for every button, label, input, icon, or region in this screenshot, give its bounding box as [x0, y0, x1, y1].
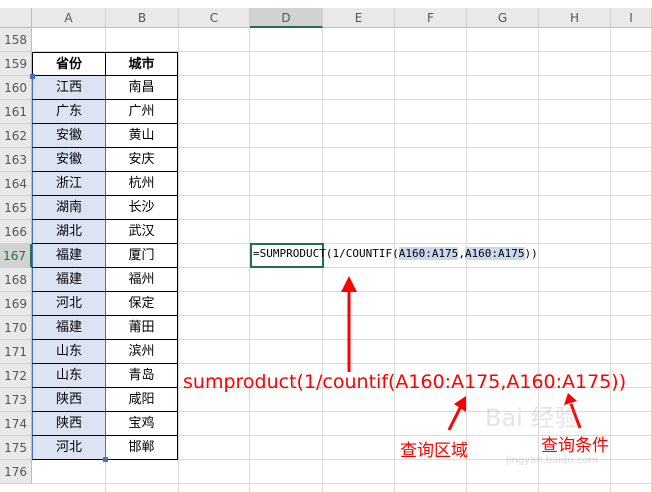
annotation-criteria-label: 查询条件	[541, 436, 609, 456]
spreadsheet: ABCDEFGHI 158 159 160 161 162 163 164 165 166 167…	[0, 0, 652, 492]
annotation-range-label: 查询区域	[400, 441, 468, 461]
watermark-logo: Bai 经验	[485, 404, 579, 432]
arrow-to-range	[447, 405, 463, 431]
watermark-url: jingyan.baidu.com	[506, 455, 599, 466]
arrowhead-formula	[341, 276, 357, 292]
annotation-formula: sumproduct(1/countif(A160:A175,A160:A175…	[183, 371, 627, 393]
